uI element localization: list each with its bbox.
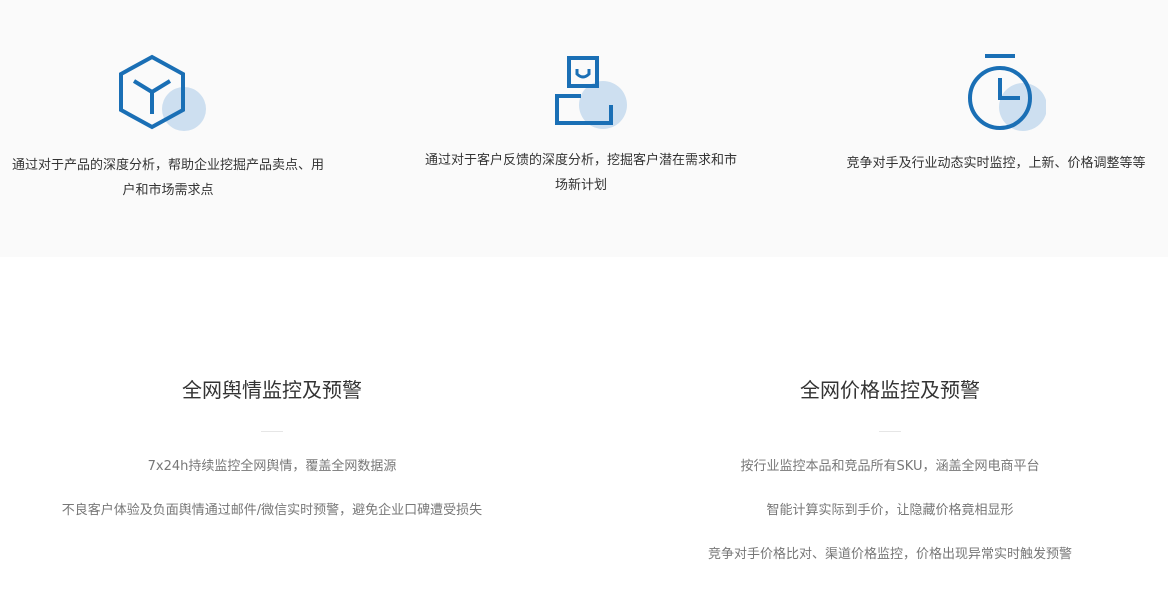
- section-divider: [879, 431, 901, 432]
- features-band: 通过对于产品的深度分析，帮助企业挖掘产品卖点、用户和市场需求点 通过对于客户反馈…: [0, 0, 1168, 257]
- section-price-monitoring: 全网价格监控及预警 按行业监控本品和竞品所有SKU，涵盖全网电商平台 智能计算实…: [640, 372, 1140, 588]
- section-sentiment-monitoring: 全网舆情监控及预警 7x24h持续监控全网舆情，覆盖全网数据源 不良客户体验及负…: [22, 372, 522, 544]
- section-item: 不良客户体验及负面舆情通过邮件/微信实时预警，避免企业口碑遭受损失: [61, 503, 483, 518]
- feature-description: 通过对于客户反馈的深度分析，挖掘客户潜在需求和市场新计划: [424, 153, 737, 193]
- feature-description: 竞争对手及行业动态实时监控，上新、价格调整等等: [846, 156, 1146, 171]
- section-item: 7x24h持续监控全网舆情，覆盖全网数据源: [147, 459, 397, 474]
- cube-icon: [118, 50, 218, 140]
- section-divider: [261, 431, 283, 432]
- section-item: 按行业监控本品和竞品所有SKU，涵盖全网电商平台: [740, 459, 1040, 474]
- section-item: 智能计算实际到手价，让隐藏价格竟相显形: [766, 503, 1014, 518]
- section-title: 全网价格监控及预警: [800, 378, 980, 402]
- section-item: 竞争对手价格比对、渠道价格监控，价格出现异常实时触发预警: [707, 547, 1072, 562]
- customer-icon: [531, 50, 631, 140]
- stopwatch-icon: [946, 50, 1047, 140]
- section-title: 全网舆情监控及预警: [182, 378, 362, 402]
- feature-description: 通过对于产品的深度分析，帮助企业挖掘产品卖点、用户和市场需求点: [11, 158, 324, 198]
